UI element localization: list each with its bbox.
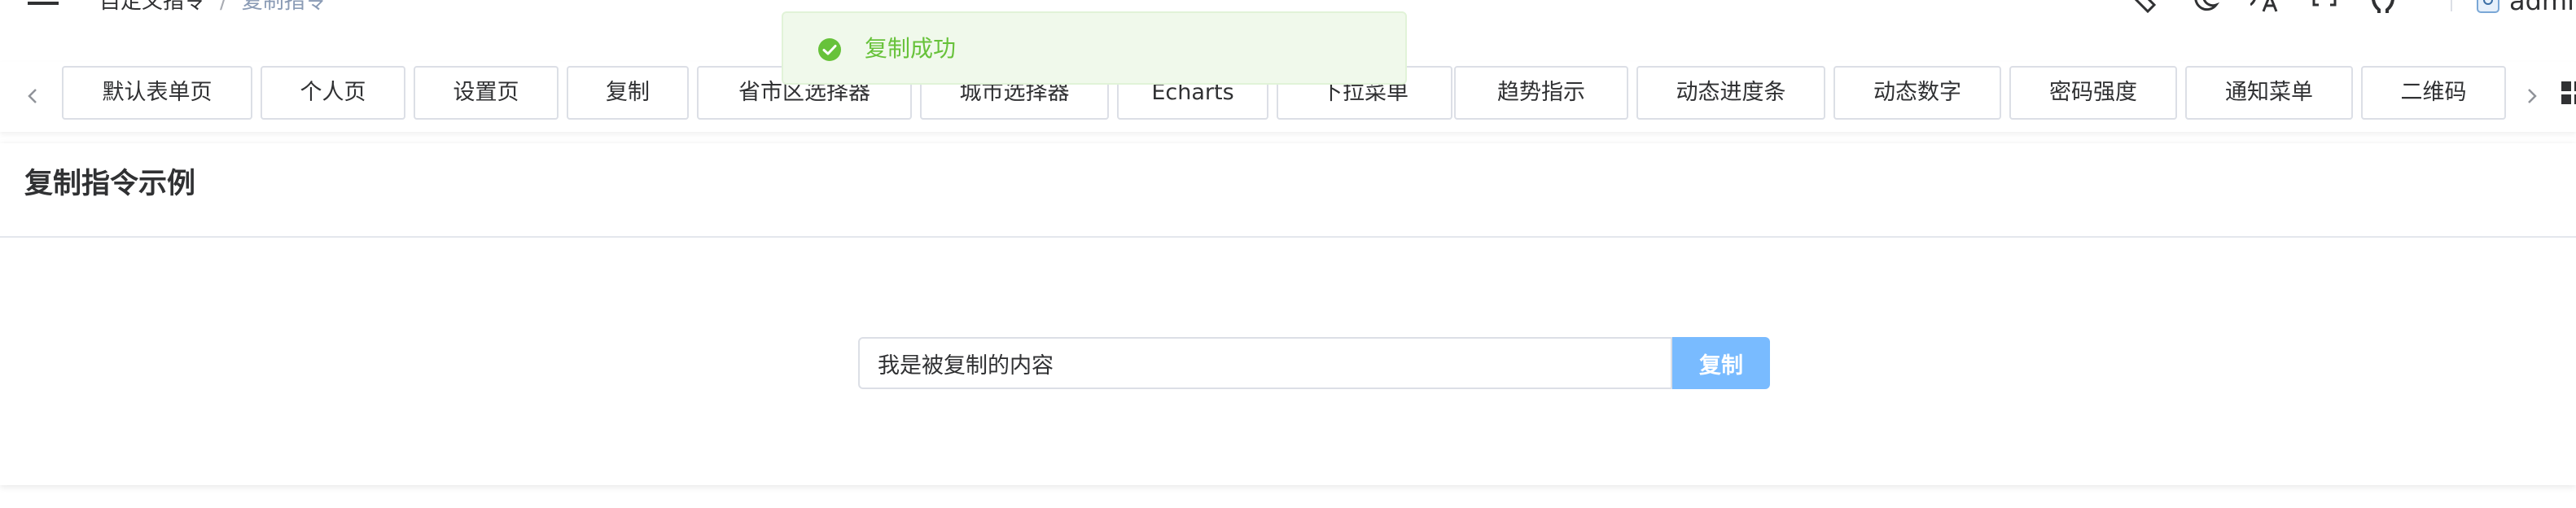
copy-directive-card: 复制指令示例 复制 — [0, 143, 2576, 485]
breadcrumb-item-current: 复制指令 — [241, 0, 326, 13]
header-tools — [2133, 0, 2410, 13]
card-header: 复制指令示例 — [0, 143, 2576, 238]
breadcrumb-separator: / — [220, 0, 227, 13]
scroll-left-arrow-icon[interactable] — [21, 81, 46, 111]
tag-count-to[interactable]: 动态数字 — [1833, 66, 2001, 120]
tag-progress[interactable]: 动态进度条 — [1636, 66, 1825, 120]
tag-settings[interactable]: 设置页 — [414, 66, 559, 120]
copy-content-input[interactable] — [858, 337, 1672, 389]
header-divider — [2451, 0, 2452, 11]
scroll-right-arrow-icon[interactable] — [2519, 81, 2543, 111]
success-check-icon — [818, 38, 841, 61]
fullscreen-icon[interactable] — [2311, 0, 2338, 13]
menu-fold-icon[interactable] — [28, 0, 60, 10]
github-icon[interactable] — [2369, 0, 2397, 13]
translate-icon[interactable] — [2250, 0, 2278, 13]
success-message-toast: 复制成功 — [782, 11, 1407, 85]
tag-copy[interactable]: 复制 — [567, 66, 689, 120]
tag-trend[interactable]: 趋势指示 — [1454, 66, 1628, 120]
tag-default-form[interactable]: 默认表单页 — [62, 66, 252, 120]
grid-menu-icon[interactable] — [2561, 81, 2576, 106]
tag-qrcode[interactable]: 二维码 — [2361, 66, 2506, 120]
breadcrumb: 自定义指令 / 复制指令 — [99, 0, 326, 13]
page-title: 复制指令示例 — [24, 168, 196, 200]
toast-message: 复制成功 — [865, 35, 957, 62]
breadcrumb-item-parent[interactable]: 自定义指令 — [99, 0, 205, 13]
moon-icon[interactable] — [2192, 0, 2219, 13]
tag-notification-menu[interactable]: 通知菜单 — [2185, 66, 2353, 120]
copy-button[interactable]: 复制 — [1672, 337, 1770, 389]
ruler-icon[interactable] — [2133, 0, 2161, 13]
user-name: admin — [2509, 0, 2576, 13]
tag-password-strength[interactable]: 密码强度 — [2009, 66, 2177, 120]
tag-profile[interactable]: 个人页 — [261, 66, 405, 120]
avatar — [2477, 0, 2499, 13]
